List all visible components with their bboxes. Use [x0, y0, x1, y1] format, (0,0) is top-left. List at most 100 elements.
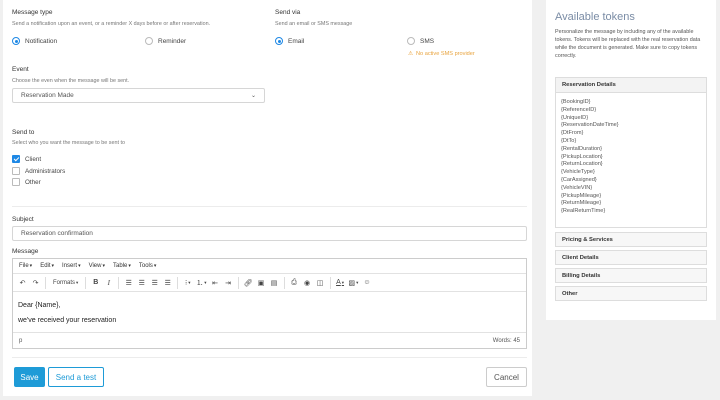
checkbox-administrators[interactable]: Administrators — [12, 167, 65, 175]
print-icon[interactable]: ⎙ — [289, 277, 300, 289]
accordion-header-reservation-details[interactable]: Reservation Details — [556, 78, 706, 93]
event-select-value: Reservation Made — [21, 92, 74, 99]
token-item[interactable]: {VehicleVIN} — [561, 185, 701, 193]
token-item[interactable]: {ReferenceID} — [561, 107, 701, 115]
text-color-icon[interactable]: A ▾ — [335, 277, 346, 289]
checkbox-client-box[interactable] — [12, 155, 20, 163]
toolbar-separator — [85, 276, 87, 289]
message-label: Message — [12, 248, 39, 255]
subject-input[interactable]: Reservation confirmation — [12, 226, 527, 241]
token-item[interactable]: {VehicleType} — [561, 169, 701, 177]
radio-sms-dot[interactable] — [407, 37, 415, 45]
subject-label: Subject — [12, 216, 34, 223]
align-left-icon[interactable]: ☰ — [123, 277, 134, 289]
radio-email-dot[interactable] — [275, 37, 283, 45]
chevron-down-icon: ⌄ — [250, 93, 256, 99]
element-path[interactable]: p — [19, 338, 22, 344]
checkbox-client[interactable]: Client — [12, 155, 41, 163]
outdent-icon[interactable]: ⇤ — [210, 277, 221, 289]
bullet-list-icon[interactable]: ⁝ ▾ — [182, 277, 193, 289]
token-item[interactable]: {PickupLocation} — [561, 154, 701, 162]
radio-notification[interactable]: Notification — [12, 37, 57, 45]
menu-tools[interactable]: Tools▾ — [139, 263, 157, 269]
accordion-reservation-details: Reservation Details {BookingID} {Referen… — [555, 77, 707, 228]
send-via-help: Send an email or SMS message — [275, 21, 353, 27]
background-color-icon[interactable]: ▨ ▾ — [348, 277, 360, 289]
menu-table[interactable]: Table▾ — [113, 263, 131, 269]
token-item[interactable]: {PickupMileage} — [561, 193, 701, 201]
token-item[interactable]: {DtTo} — [561, 138, 701, 146]
bold-icon[interactable]: B — [90, 277, 101, 289]
italic-icon[interactable]: I — [103, 277, 114, 289]
toolbar-separator — [237, 276, 239, 289]
radio-email[interactable]: Email — [275, 37, 304, 45]
token-item[interactable]: {ReturnLocation} — [561, 161, 701, 169]
send-via-label: Send via — [275, 9, 301, 16]
token-item[interactable]: {RentalDuration} — [561, 146, 701, 154]
align-right-icon[interactable]: ☰ — [149, 277, 160, 289]
message-form: Message type Send a notification upon an… — [3, 0, 532, 396]
link-icon[interactable]: 🔗︎ — [243, 277, 254, 289]
message-editor[interactable]: File▾ Edit▾ Insert▾ View▾ Table▾ Tools▾ … — [12, 258, 527, 349]
token-item[interactable]: {UniqueID} — [561, 115, 701, 123]
save-button[interactable]: Save — [14, 367, 45, 387]
radio-reminder[interactable]: Reminder — [145, 37, 186, 45]
image-icon[interactable]: ▣ — [256, 277, 267, 289]
toolbar-separator — [45, 276, 46, 289]
caret-down-icon: ▾ — [153, 263, 157, 269]
undo-icon[interactable]: ↶ — [17, 277, 28, 289]
menu-file[interactable]: File▾ — [19, 263, 32, 269]
content-line: Dear {Name}, — [18, 302, 61, 309]
event-help: Choose the even when the message will be… — [12, 78, 130, 84]
divider — [12, 357, 527, 358]
redo-icon[interactable]: ↷ — [30, 277, 41, 289]
token-item[interactable]: {RealReturnTime} — [561, 208, 701, 216]
radio-email-label: Email — [288, 37, 305, 45]
numbered-list-icon[interactable]: ⒈ ▾ — [195, 277, 207, 289]
send-test-button[interactable]: Send a test — [48, 367, 104, 387]
emoticons-icon[interactable]: ☺ — [361, 277, 372, 289]
align-center-icon[interactable]: ☰ — [136, 277, 147, 289]
radio-reminder-label: Reminder — [158, 37, 187, 45]
subject-input-value: Reservation confirmation — [21, 230, 93, 237]
tokens-panel: Available tokens Personalize the message… — [546, 0, 716, 320]
media-icon[interactable]: ▤ — [269, 277, 280, 289]
editor-menubar: File▾ Edit▾ Insert▾ View▾ Table▾ Tools▾ — [13, 259, 526, 274]
code-icon[interactable]: ◫ — [315, 277, 326, 289]
event-label: Event — [12, 66, 29, 73]
menu-view[interactable]: View▾ — [89, 263, 105, 269]
cancel-button[interactable]: Cancel — [486, 367, 527, 387]
event-select[interactable]: Reservation Made ⌄ — [12, 88, 265, 103]
preview-icon[interactable]: ◉ — [302, 277, 313, 289]
checkbox-other-box[interactable] — [12, 178, 20, 186]
accordion-billing-details[interactable]: Billing Details — [555, 268, 707, 283]
align-justify-icon[interactable]: ☰ — [162, 277, 173, 289]
token-item[interactable]: {ReturnMileage} — [561, 200, 701, 208]
toolbar-separator — [177, 276, 179, 289]
message-type-help: Send a notification upon an event, or a … — [12, 21, 211, 27]
accordion-client-details[interactable]: Client Details — [555, 250, 707, 265]
indent-icon[interactable]: ⇥ — [223, 277, 234, 289]
content-line: we've received your reservation — [18, 317, 117, 324]
formats-dropdown[interactable]: Formats ▾ — [50, 277, 81, 289]
radio-reminder-dot[interactable] — [145, 37, 153, 45]
accordion-pricing-services[interactable]: Pricing & Services — [555, 232, 707, 247]
token-item[interactable]: {BookingID} — [561, 99, 701, 107]
accordion-other[interactable]: Other — [555, 286, 707, 301]
checkbox-administrators-box[interactable] — [12, 167, 20, 175]
token-item[interactable]: {DtFrom} — [561, 130, 701, 138]
editor-statusbar: p Words: 45 — [13, 332, 526, 348]
token-item[interactable]: {CarAssigned} — [561, 177, 701, 185]
send-to-help: Select who you want the message to be se… — [12, 140, 125, 146]
menu-insert[interactable]: Insert▾ — [62, 263, 81, 269]
checkbox-other[interactable]: Other — [12, 178, 41, 186]
token-item[interactable]: {ReservationDateTime} — [561, 122, 701, 130]
checkbox-client-label: Client — [25, 155, 42, 163]
editor-toolbar: ↶ ↷ Formats ▾ B I ☰ ☰ ☰ ☰ ⁝ ▾ ⒈ ▾ ⇤ ⇥ 🔗︎ ▣ … — [13, 274, 526, 292]
send-to-label: Send to — [12, 129, 35, 136]
menu-edit[interactable]: Edit▾ — [40, 263, 54, 269]
radio-sms[interactable]: SMS — [407, 37, 434, 45]
checkbox-other-label: Other — [25, 178, 41, 186]
radio-notification-dot[interactable] — [12, 37, 20, 45]
editor-content[interactable]: Dear {Name}, we've received your reserva… — [13, 292, 526, 332]
